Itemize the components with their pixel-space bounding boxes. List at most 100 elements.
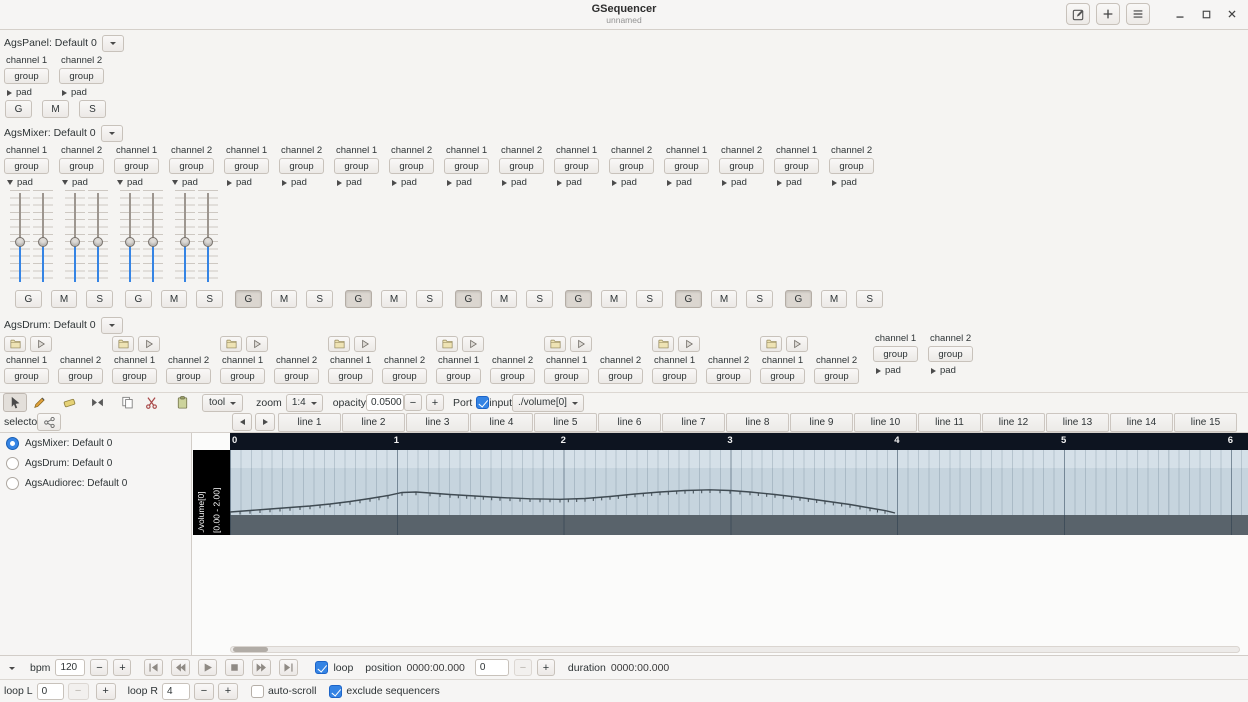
gms-g-button[interactable]: G bbox=[455, 290, 482, 308]
line-tab[interactable]: line 5 bbox=[534, 413, 597, 432]
compose-button[interactable] bbox=[1066, 3, 1090, 25]
pad-expander[interactable]: pad bbox=[58, 86, 87, 99]
gms-m-button[interactable]: M bbox=[710, 290, 738, 308]
group-button[interactable]: group bbox=[274, 368, 319, 384]
pad-expander[interactable]: pad bbox=[3, 176, 33, 189]
group-button[interactable]: group bbox=[706, 368, 751, 384]
group-button[interactable]: group bbox=[928, 346, 973, 362]
play-button[interactable] bbox=[786, 336, 808, 352]
close-button[interactable] bbox=[1222, 3, 1242, 25]
volume-slider[interactable] bbox=[33, 190, 53, 285]
slider-handle[interactable] bbox=[125, 237, 135, 248]
group-button[interactable]: group bbox=[719, 158, 764, 174]
open-button[interactable] bbox=[328, 336, 350, 352]
gms-s-button[interactable]: S bbox=[79, 100, 106, 118]
group-button[interactable]: group bbox=[598, 368, 643, 384]
loop-right-decrement-button[interactable]: − bbox=[193, 682, 214, 700]
gms-m-button[interactable]: M bbox=[160, 290, 188, 308]
pad-expander[interactable]: pad bbox=[113, 176, 143, 189]
slider-handle[interactable] bbox=[15, 237, 25, 248]
group-button[interactable]: group bbox=[279, 158, 324, 174]
open-button[interactable] bbox=[4, 336, 26, 352]
gms-g-button[interactable]: G bbox=[345, 290, 372, 308]
edit-pencil-button[interactable] bbox=[27, 393, 51, 412]
pad-expander[interactable]: pad bbox=[443, 176, 472, 189]
menu-button[interactable] bbox=[1126, 3, 1150, 25]
group-button[interactable]: group bbox=[224, 158, 269, 174]
gms-m-button[interactable]: M bbox=[270, 290, 298, 308]
gms-m-button[interactable]: M bbox=[600, 290, 628, 308]
play-button[interactable] bbox=[246, 336, 268, 352]
opacity-increment-button[interactable]: + bbox=[426, 394, 444, 411]
pad-expander[interactable]: pad bbox=[872, 364, 901, 377]
group-button[interactable]: group bbox=[829, 158, 874, 174]
open-button[interactable] bbox=[436, 336, 458, 352]
play-button[interactable] bbox=[462, 336, 484, 352]
line-tab[interactable]: line 9 bbox=[790, 413, 853, 432]
opacity-entry[interactable]: 0.0500 bbox=[366, 394, 404, 411]
slider-handle[interactable] bbox=[70, 237, 80, 248]
line-tab[interactable]: line 4 bbox=[470, 413, 533, 432]
group-button[interactable]: group bbox=[169, 158, 214, 174]
group-button[interactable]: group bbox=[554, 158, 599, 174]
group-button[interactable]: group bbox=[4, 368, 49, 384]
gms-s-button[interactable]: S bbox=[86, 290, 114, 308]
play-button[interactable] bbox=[678, 336, 700, 352]
group-button[interactable]: group bbox=[4, 68, 49, 84]
machine-radio-item[interactable]: AgsMixer: Default 0 bbox=[0, 433, 191, 453]
exclude-sequencers-checkbox[interactable] bbox=[329, 684, 343, 698]
pad-expander[interactable]: pad bbox=[333, 176, 362, 189]
group-button[interactable]: group bbox=[814, 368, 859, 384]
bpm-increment-button[interactable]: + bbox=[113, 659, 132, 676]
gms-m-button[interactable]: M bbox=[50, 290, 78, 308]
editor-ruler[interactable]: 0 1 2 3 4 5 6 bbox=[230, 433, 1248, 450]
input-checkbox[interactable] bbox=[476, 396, 490, 409]
volume-slider[interactable] bbox=[65, 190, 85, 285]
group-button[interactable]: group bbox=[334, 158, 379, 174]
pad-expander[interactable]: pad bbox=[278, 176, 307, 189]
pad-expander[interactable]: pad bbox=[608, 176, 637, 189]
volume-slider[interactable] bbox=[143, 190, 163, 285]
gms-s-button[interactable]: S bbox=[416, 290, 444, 308]
position-decrement-button[interactable]: − bbox=[513, 659, 532, 676]
minimize-button[interactable] bbox=[1170, 3, 1190, 25]
pad-expander[interactable]: pad bbox=[828, 176, 857, 189]
slider-handle[interactable] bbox=[38, 237, 48, 248]
bpm-entry[interactable]: 120 bbox=[55, 659, 86, 676]
pad-expander[interactable]: pad bbox=[663, 176, 692, 189]
volume-slider[interactable] bbox=[120, 190, 140, 285]
gms-s-button[interactable]: S bbox=[526, 290, 554, 308]
line-tab[interactable]: line 2 bbox=[342, 413, 405, 432]
radio-button[interactable] bbox=[6, 476, 19, 490]
group-button[interactable]: group bbox=[328, 368, 373, 384]
clear-eraser-button[interactable] bbox=[57, 393, 81, 412]
line-tab[interactable]: line 10 bbox=[854, 413, 917, 432]
gms-g-button[interactable]: G bbox=[125, 290, 152, 308]
gms-g-button[interactable]: G bbox=[15, 290, 42, 308]
machine-menu-button[interactable] bbox=[101, 34, 124, 52]
automation-area[interactable] bbox=[230, 450, 1248, 535]
open-button[interactable] bbox=[220, 336, 242, 352]
position-increment-button[interactable]: + bbox=[536, 659, 555, 676]
line-tab[interactable]: line 13 bbox=[1046, 413, 1109, 432]
pad-expander[interactable]: pad bbox=[718, 176, 747, 189]
line-tab[interactable]: line 7 bbox=[662, 413, 725, 432]
position-cursor-button[interactable] bbox=[3, 393, 27, 412]
loop-right-entry[interactable]: 4 bbox=[161, 682, 190, 700]
volume-slider[interactable] bbox=[10, 190, 30, 285]
group-button[interactable]: group bbox=[112, 368, 157, 384]
transport-menu-button[interactable] bbox=[3, 659, 21, 677]
zoom-combo[interactable]: 1:4 bbox=[285, 393, 323, 412]
group-button[interactable]: group bbox=[114, 158, 159, 174]
machine-menu-button[interactable] bbox=[100, 124, 123, 142]
gms-s-button[interactable]: S bbox=[856, 290, 884, 308]
group-button[interactable]: group bbox=[444, 158, 489, 174]
tool-menu-button[interactable]: tool bbox=[202, 393, 244, 412]
open-button[interactable] bbox=[544, 336, 566, 352]
seek-backward-button[interactable] bbox=[171, 659, 191, 676]
horizontal-scrollbar[interactable] bbox=[230, 646, 1240, 653]
opacity-decrement-button[interactable]: − bbox=[404, 394, 422, 411]
group-button[interactable]: group bbox=[774, 158, 819, 174]
open-button[interactable] bbox=[112, 336, 134, 352]
group-button[interactable]: group bbox=[760, 368, 805, 384]
